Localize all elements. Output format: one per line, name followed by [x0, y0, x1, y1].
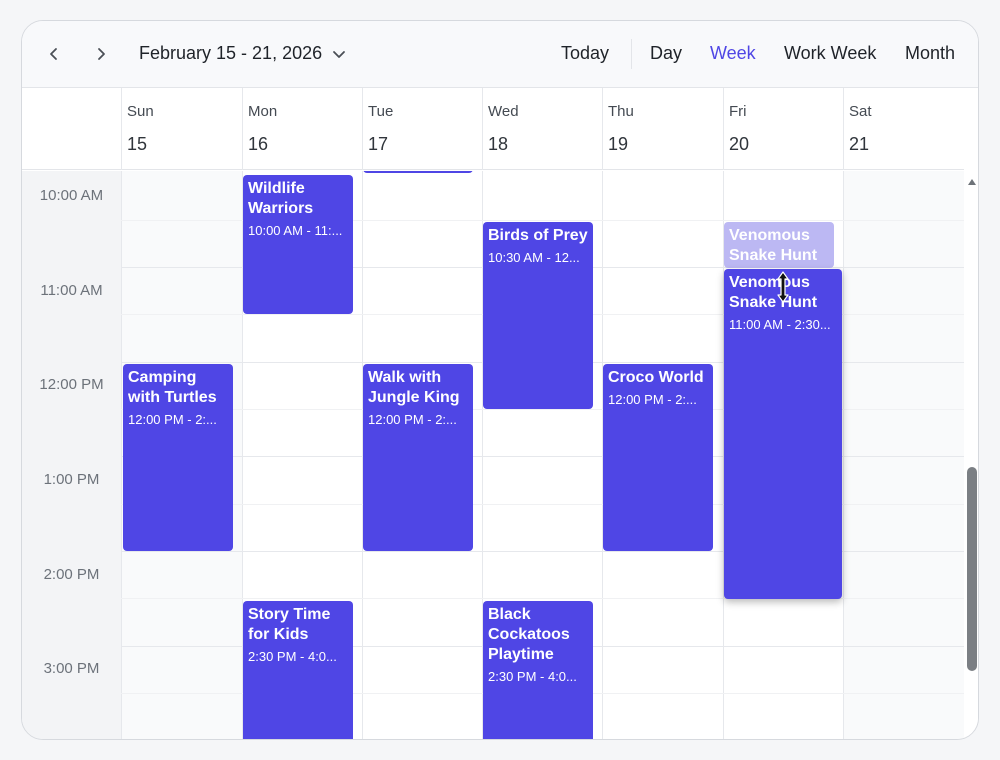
- day-number: 21: [849, 134, 870, 154]
- triangle-up-icon[interactable]: [967, 177, 977, 187]
- next-button[interactable]: [87, 40, 115, 68]
- event-title: Camping with Turtles: [128, 369, 217, 406]
- day-number: 19: [608, 134, 629, 154]
- event-wildlife-warriors[interactable]: Wildlife Warriors 10:00 AM - 11:...: [243, 175, 353, 314]
- day-header: Sun 15 Mon 16 Tue 17 Wed 18 Thu 19 Fri 2…: [22, 88, 964, 170]
- event-croco-world[interactable]: Croco World 12:00 PM - 2:...: [603, 364, 713, 551]
- event-title: Birds of Prey: [488, 227, 588, 244]
- day-number: 17: [368, 134, 389, 154]
- day-name: Fri: [729, 103, 747, 120]
- time-label: 2:00 PM: [43, 566, 100, 583]
- view-work-week-button[interactable]: Work Week: [784, 43, 876, 64]
- event-title: Story Time for Kids: [248, 606, 331, 643]
- day-header-wed[interactable]: Wed 18: [482, 88, 602, 170]
- chevron-down-icon: [333, 50, 346, 58]
- previous-button[interactable]: [40, 40, 68, 68]
- day-number: 18: [488, 134, 509, 154]
- day-header-tue[interactable]: Tue 17: [362, 88, 482, 170]
- event-venomous-snake-hunt-ghost: Venomous Snake Hunt: [724, 222, 834, 268]
- event-title: Walk with Jungle King: [368, 369, 460, 406]
- date-range-label: February 15 - 21, 2026: [139, 43, 323, 63]
- view-day-button[interactable]: Day: [650, 43, 682, 64]
- date-range-picker[interactable]: February 15 - 21, 2026: [139, 43, 346, 64]
- event-story-time-for-kids[interactable]: Story Time for Kids 2:30 PM - 4:0...: [243, 601, 353, 739]
- event-birds-of-prey[interactable]: Birds of Prey 10:30 AM - 12...: [483, 222, 593, 409]
- event-title: Wildlife Warriors: [248, 180, 314, 217]
- event-tue-earlier[interactable]: [363, 171, 473, 173]
- time-label: 1:00 PM: [43, 471, 100, 488]
- day-header-thu[interactable]: Thu 19: [602, 88, 723, 170]
- time-grid[interactable]: 10:00 AM 11:00 AM 12:00 PM 1:00 PM 2:00 …: [22, 171, 964, 739]
- event-black-cockatoos-playtime[interactable]: Black Cockatoos Playtime 2:30 PM - 4:0..…: [483, 601, 593, 739]
- time-label: 10:00 AM: [39, 187, 104, 204]
- event-time: 12:00 PM - 2:...: [608, 392, 697, 407]
- toolbar-divider: [631, 39, 632, 69]
- day-header-sat[interactable]: Sat 21: [843, 88, 964, 170]
- day-number: 16: [248, 134, 269, 154]
- scheduler: February 15 - 21, 2026 Today Day Week Wo…: [21, 20, 979, 740]
- day-name: Sat: [849, 103, 872, 120]
- day-header-fri[interactable]: Fri 20: [723, 88, 843, 170]
- event-title: Venomous Snake Hunt: [729, 227, 818, 264]
- toolbar: February 15 - 21, 2026 Today Day Week Wo…: [22, 21, 978, 88]
- event-time: 2:30 PM - 4:0...: [488, 669, 577, 684]
- event-title: Black Cockatoos Playtime: [488, 606, 570, 663]
- event-time: 2:30 PM - 4:0...: [248, 649, 337, 664]
- day-name: Wed: [488, 103, 519, 120]
- today-button[interactable]: Today: [561, 43, 609, 64]
- time-label: 11:00 AM: [40, 282, 103, 299]
- day-number: 15: [127, 134, 148, 154]
- event-time: 11:00 AM - 2:30...: [729, 317, 831, 332]
- day-number: 20: [729, 134, 750, 154]
- event-time: 10:00 AM - 11:...: [248, 223, 343, 238]
- time-label: 12:00 PM: [39, 376, 104, 393]
- time-gutter: 10:00 AM 11:00 AM 12:00 PM 1:00 PM 2:00 …: [22, 171, 121, 739]
- event-time: 10:30 AM - 12...: [488, 250, 580, 265]
- vertical-scrollbar[interactable]: [964, 171, 978, 739]
- day-name: Mon: [248, 103, 278, 120]
- day-header-sun[interactable]: Sun 15: [121, 88, 242, 170]
- time-label: 3:00 PM: [43, 660, 100, 677]
- event-venomous-snake-hunt[interactable]: Venomous Snake Hunt 11:00 AM - 2:30...: [724, 269, 842, 599]
- day-header-mon[interactable]: Mon 16: [242, 88, 362, 170]
- event-time: 12:00 PM - 2:...: [128, 412, 217, 427]
- event-title: Venomous Snake Hunt: [729, 274, 818, 311]
- day-name: Tue: [368, 103, 394, 120]
- scrollbar-thumb[interactable]: [967, 467, 977, 671]
- event-walk-with-jungle-king[interactable]: Walk with Jungle King 12:00 PM - 2:...: [363, 364, 473, 551]
- view-week-button[interactable]: Week: [710, 43, 756, 64]
- event-time: 12:00 PM - 2:...: [368, 412, 457, 427]
- view-month-button[interactable]: Month: [905, 43, 955, 64]
- chevron-right-icon: [98, 48, 105, 60]
- day-name: Thu: [608, 103, 634, 120]
- event-camping-with-turtles[interactable]: Camping with Turtles 12:00 PM - 2:...: [123, 364, 233, 551]
- event-title: Croco World: [608, 369, 704, 386]
- day-name: Sun: [127, 103, 154, 120]
- chevron-left-icon: [50, 48, 57, 60]
